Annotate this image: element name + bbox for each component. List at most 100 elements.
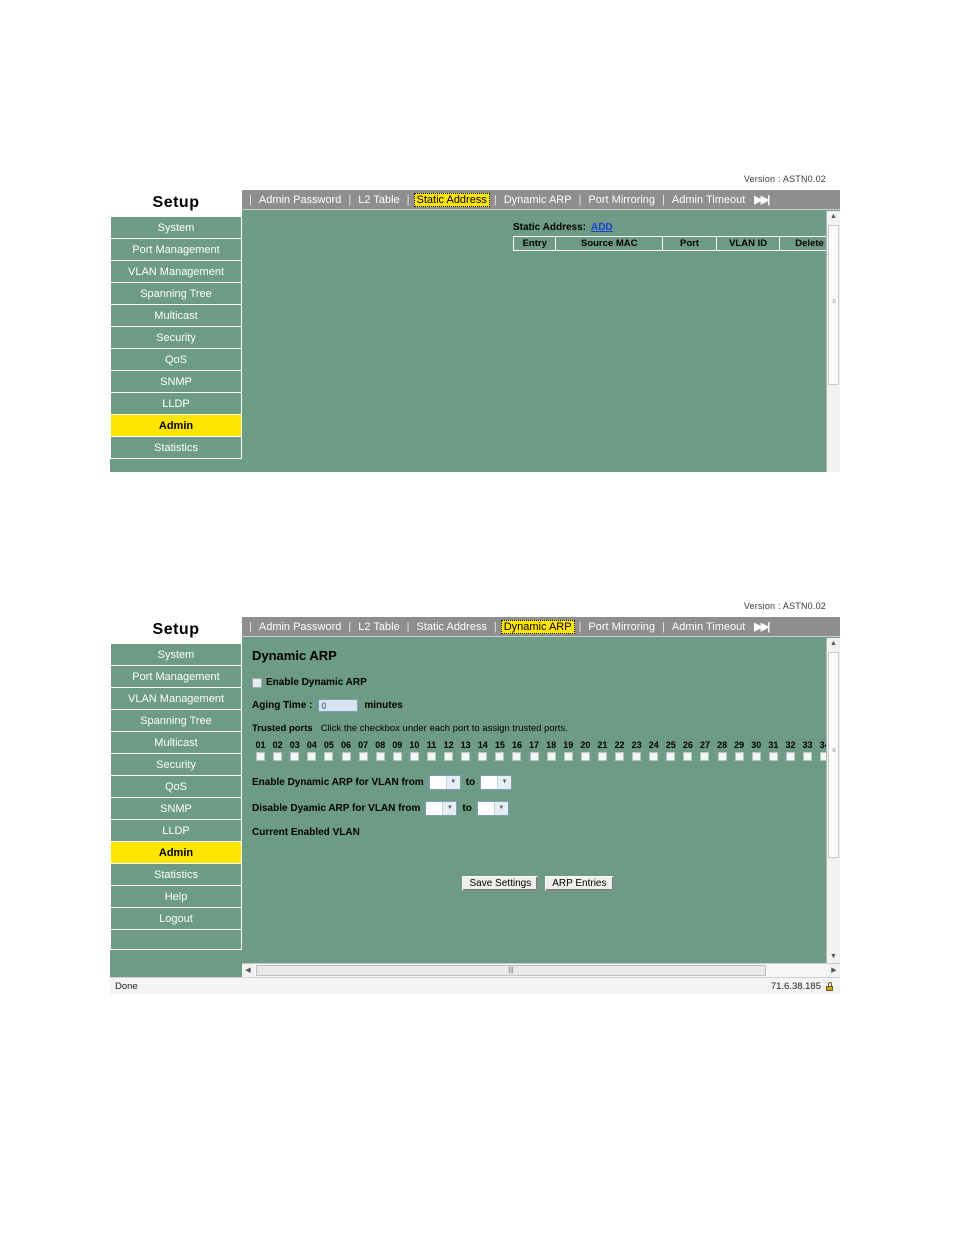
port-checkbox-cell[interactable] <box>577 752 594 761</box>
tab-port-mirroring[interactable]: Port Mirroring <box>585 620 658 634</box>
save-settings-button[interactable]: Save Settings <box>462 876 539 891</box>
port-checkbox[interactable] <box>546 752 556 761</box>
next-page-icon[interactable]: ▶▶| <box>748 620 770 633</box>
vertical-scrollbar[interactable]: ▲ ≡ <box>826 211 840 472</box>
sidebar-item-system[interactable]: System <box>110 644 242 666</box>
port-checkbox-cell[interactable] <box>508 752 525 761</box>
enable-vlan-to-select[interactable]: ▼ <box>480 775 513 790</box>
sidebar-item-system[interactable]: System <box>110 217 242 239</box>
port-checkbox[interactable] <box>341 752 351 761</box>
sidebar-item-snmp[interactable]: SNMP <box>110 371 242 393</box>
port-checkbox[interactable] <box>409 752 419 761</box>
port-checkbox[interactable] <box>615 752 625 761</box>
scrollbar-thumb[interactable] <box>828 225 839 385</box>
port-checkbox-cell[interactable] <box>252 752 269 761</box>
sidebar-item-admin[interactable]: Admin <box>110 842 242 864</box>
port-checkbox-cell[interactable] <box>406 752 423 761</box>
next-page-icon[interactable]: ▶▶| <box>748 193 770 206</box>
port-checkbox-cell[interactable] <box>628 752 645 761</box>
scroll-up-icon[interactable]: ▲ <box>827 211 840 223</box>
port-checkbox-cell[interactable] <box>662 752 679 761</box>
port-checkbox-cell[interactable] <box>474 752 491 761</box>
sidebar-item-port-management[interactable]: Port Management <box>110 239 242 261</box>
port-checkbox-cell[interactable] <box>560 752 577 761</box>
port-checkbox-cell[interactable] <box>765 752 782 761</box>
chevron-down-icon[interactable]: ▼ <box>445 776 460 789</box>
port-checkbox[interactable] <box>358 752 368 761</box>
port-checkbox-cell[interactable] <box>799 752 816 761</box>
horizontal-scrollbar[interactable]: ◀ ||| ▶ <box>242 963 840 977</box>
port-checkbox[interactable] <box>580 752 590 761</box>
disable-vlan-to-select[interactable]: ▼ <box>476 801 509 816</box>
port-checkbox[interactable] <box>597 752 607 761</box>
port-checkbox-cell[interactable] <box>303 752 320 761</box>
sidebar-item-security[interactable]: Security <box>110 754 242 776</box>
port-checkbox[interactable] <box>683 752 693 761</box>
tab-admin-password[interactable]: Admin Password <box>256 620 345 634</box>
port-checkbox-cell[interactable] <box>611 752 628 761</box>
port-checkbox[interactable] <box>495 752 505 761</box>
port-checkbox-cell[interactable] <box>355 752 372 761</box>
scrollbar-thumb[interactable] <box>828 652 839 858</box>
port-checkbox-cell[interactable] <box>696 752 713 761</box>
scroll-up-icon[interactable]: ▲ <box>827 638 840 650</box>
port-checkbox[interactable] <box>444 752 454 761</box>
enable-dynamic-arp-row[interactable]: Enable Dynamic ARP <box>252 677 824 688</box>
port-checkbox[interactable] <box>649 752 659 761</box>
sidebar-item-qos[interactable]: QoS <box>110 776 242 798</box>
tab-dynamic-arp[interactable]: Dynamic ARP <box>501 193 575 207</box>
port-checkbox[interactable] <box>632 752 642 761</box>
port-checkbox-cell[interactable] <box>337 752 354 761</box>
port-checkbox[interactable] <box>751 752 761 761</box>
scroll-left-icon[interactable]: ◀ <box>242 964 254 977</box>
tab-static-address[interactable]: Static Address <box>414 620 490 634</box>
sidebar-item-help[interactable]: Help <box>110 886 242 908</box>
port-checkbox-cell[interactable] <box>782 752 799 761</box>
port-checkbox[interactable] <box>803 752 813 761</box>
sidebar-item-security[interactable]: Security <box>110 327 242 349</box>
sidebar-item-spanning-tree[interactable]: Spanning Tree <box>110 283 242 305</box>
disable-vlan-from-select[interactable]: ▼ <box>425 801 458 816</box>
port-checkbox-cell[interactable] <box>423 752 440 761</box>
horizontal-scrollbar-thumb[interactable]: ||| <box>256 965 766 976</box>
port-checkbox[interactable] <box>700 752 710 761</box>
sidebar-item-qos[interactable]: QoS <box>110 349 242 371</box>
port-checkbox[interactable] <box>392 752 402 761</box>
port-checkbox-cell[interactable] <box>543 752 560 761</box>
port-checkbox-cell[interactable] <box>748 752 765 761</box>
port-checkbox[interactable] <box>307 752 317 761</box>
port-checkbox-cell[interactable] <box>679 752 696 761</box>
port-checkbox[interactable] <box>785 752 795 761</box>
tab-admin-timeout[interactable]: Admin Timeout <box>669 620 748 634</box>
port-checkbox[interactable] <box>768 752 778 761</box>
tab-port-mirroring[interactable]: Port Mirroring <box>585 193 658 207</box>
chevron-down-icon[interactable]: ▼ <box>493 802 508 815</box>
port-checkbox-cell[interactable] <box>594 752 611 761</box>
sidebar-item-snmp[interactable]: SNMP <box>110 798 242 820</box>
port-checkbox[interactable] <box>529 752 539 761</box>
enable-dynamic-arp-checkbox[interactable] <box>252 677 262 688</box>
sidebar-item-multicast[interactable]: Multicast <box>110 732 242 754</box>
port-checkbox[interactable] <box>717 752 727 761</box>
chevron-down-icon[interactable]: ▼ <box>442 802 457 815</box>
port-checkbox-cell[interactable] <box>389 752 406 761</box>
port-checkbox[interactable] <box>563 752 573 761</box>
port-checkbox-cell[interactable] <box>457 752 474 761</box>
tab-l2-table[interactable]: L2 Table <box>355 193 402 207</box>
scroll-right-icon[interactable]: ▶ <box>828 964 840 977</box>
port-checkbox[interactable] <box>461 752 471 761</box>
tab-admin-password[interactable]: Admin Password <box>256 193 345 207</box>
port-checkbox-cell[interactable] <box>731 752 748 761</box>
port-checkbox[interactable] <box>512 752 522 761</box>
port-checkbox[interactable] <box>273 752 283 761</box>
port-checkbox[interactable] <box>734 752 744 761</box>
sidebar-item-admin[interactable]: Admin <box>110 415 242 437</box>
sidebar-item-vlan-management[interactable]: VLAN Management <box>110 261 242 283</box>
port-checkbox-cell[interactable] <box>286 752 303 761</box>
port-checkbox[interactable] <box>426 752 436 761</box>
sidebar-item-vlan-management[interactable]: VLAN Management <box>110 688 242 710</box>
port-checkbox-cell[interactable] <box>714 752 731 761</box>
arp-entries-button[interactable]: ARP Entries <box>545 876 614 891</box>
sidebar-item-statistics[interactable]: Statistics <box>110 864 242 886</box>
port-checkbox-cell[interactable] <box>645 752 662 761</box>
